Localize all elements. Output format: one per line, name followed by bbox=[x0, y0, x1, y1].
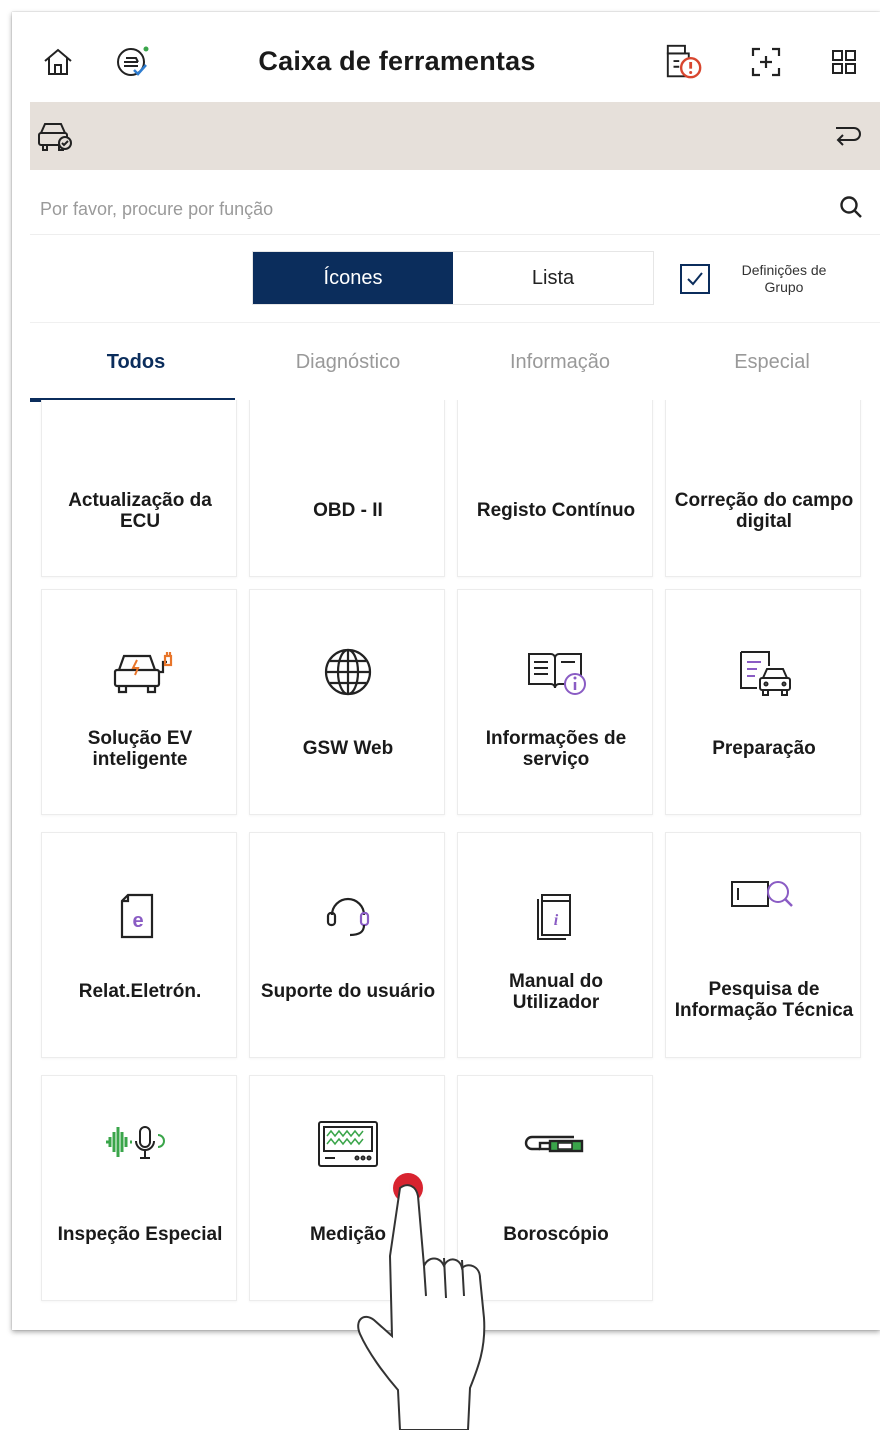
screenshot-icon[interactable] bbox=[746, 42, 786, 82]
borescope-icon bbox=[458, 1102, 654, 1182]
tool-card-electronic-report[interactable]: e Relat.Eletrón. bbox=[41, 832, 237, 1058]
tool-card-obd[interactable]: OBD OBD - II bbox=[249, 400, 445, 577]
tab-special[interactable]: Especial bbox=[666, 323, 878, 401]
vehicle-bar bbox=[30, 102, 880, 170]
tool-label: Inspeção Especial bbox=[57, 1224, 223, 1245]
top-bar: Caixa de ferramentas bbox=[12, 12, 880, 102]
pointing-hand-icon bbox=[357, 1184, 486, 1430]
search-bar bbox=[30, 182, 880, 235]
tool-card-continuous-log[interactable]: Registo Contínuo bbox=[457, 400, 653, 577]
tab-information[interactable]: Informação bbox=[454, 323, 666, 401]
tool-card-gsw-web[interactable]: GSW Web bbox=[249, 589, 445, 815]
tool-card-ecu-update[interactable]: Actualização da ECU bbox=[41, 400, 237, 577]
return-icon[interactable] bbox=[830, 120, 864, 157]
tool-card-special-inspection[interactable]: Inspeção Especial bbox=[41, 1075, 237, 1301]
sound-microphone-icon bbox=[42, 1102, 238, 1182]
tool-card-ev-solution[interactable]: Solução EV inteligente bbox=[41, 589, 237, 815]
globe-icon bbox=[250, 632, 446, 712]
group-settings-checkbox[interactable] bbox=[680, 264, 710, 294]
vehicle-scan-icon[interactable] bbox=[112, 42, 152, 82]
dtc-alert-icon[interactable] bbox=[664, 42, 704, 82]
vehicle-check-icon[interactable] bbox=[36, 119, 74, 158]
headset-icon bbox=[250, 875, 446, 955]
tool-card-user-support[interactable]: Suporte do usuário bbox=[249, 832, 445, 1058]
search-document-icon bbox=[666, 855, 862, 935]
oscilloscope-icon bbox=[250, 1102, 446, 1182]
tab-all[interactable]: Todos bbox=[30, 323, 242, 401]
tool-card-user-manual[interactable]: i Manual do Utilizador bbox=[457, 832, 653, 1058]
manual-book-icon: i bbox=[458, 875, 654, 955]
home-icon[interactable] bbox=[38, 42, 78, 82]
toolbox-screen: Caixa de ferramentas Por favor, procure … bbox=[12, 12, 880, 1330]
tool-label: Solução EV inteligente bbox=[87, 727, 193, 770]
tool-label: GSW Web bbox=[302, 738, 394, 759]
icons-view-button[interactable]: Ícones bbox=[253, 252, 453, 304]
tool-card-preparation[interactable]: Preparação bbox=[665, 589, 861, 815]
group-settings-label: Definições de Grupo bbox=[741, 262, 827, 295]
tool-label: Suporte do usuário bbox=[260, 981, 436, 1002]
document-car-icon bbox=[666, 632, 862, 712]
tool-label: Preparação bbox=[712, 738, 816, 759]
tool-label: Pesquisa de Informação Técnica bbox=[674, 978, 854, 1021]
grid-menu-icon[interactable] bbox=[824, 42, 864, 82]
tool-label: OBD - II bbox=[313, 500, 383, 521]
svg-text:e: e bbox=[132, 910, 143, 932]
search-input[interactable] bbox=[38, 194, 802, 224]
tool-label: Manual do Utilizador bbox=[509, 970, 603, 1013]
view-toggle: Ícones Lista bbox=[252, 251, 654, 305]
tool-label: Correção do campo digital bbox=[674, 489, 854, 532]
tool-label: Informações de serviço bbox=[485, 727, 627, 770]
tool-card-service-info[interactable]: Informações de serviço bbox=[457, 589, 653, 815]
search-icon[interactable] bbox=[838, 194, 864, 225]
tool-card-tech-info-search[interactable]: Pesquisa de Informação Técnica bbox=[665, 832, 861, 1058]
ev-car-charging-icon bbox=[42, 632, 238, 712]
tool-card-digital-field[interactable]: Correção do campo digital bbox=[665, 400, 861, 577]
tool-label: Relat.Eletrón. bbox=[78, 981, 202, 1002]
tab-diagnostics[interactable]: Diagnóstico bbox=[242, 323, 454, 401]
e-document-icon: e bbox=[42, 875, 238, 955]
page-title: Caixa de ferramentas bbox=[258, 46, 536, 76]
book-info-icon bbox=[458, 632, 654, 712]
list-view-button[interactable]: Lista bbox=[453, 252, 653, 304]
tool-label: Actualização da ECU bbox=[68, 489, 212, 532]
svg-text:i: i bbox=[554, 912, 559, 929]
tool-label: Registo Contínuo bbox=[476, 500, 636, 521]
category-tabs: Todos Diagnóstico Informação Especial bbox=[30, 322, 880, 402]
